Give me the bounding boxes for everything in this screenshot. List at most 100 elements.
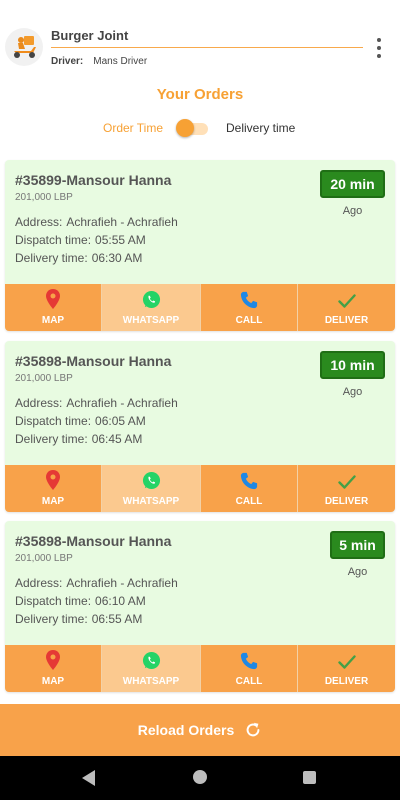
map-button[interactable]: MAP — [5, 645, 102, 692]
checkmark-icon — [337, 475, 356, 489]
order-delivery-time: Delivery time: 06:45 AM — [15, 432, 142, 446]
order-price: 201,000 LBP — [15, 192, 73, 203]
order-address: Address: Achrafieh - Achrafieh — [15, 396, 178, 410]
order-address: Address: Achrafieh - Achrafieh — [15, 215, 178, 229]
dispatch-value: 06:05 AM — [95, 414, 146, 428]
system-navigation-bar — [0, 756, 400, 800]
dispatch-label: Dispatch time: — [15, 414, 92, 428]
order-delivery-time: Delivery time: 06:30 AM — [15, 251, 142, 265]
more-vertical-icon[interactable] — [372, 38, 386, 58]
reload-orders-label: Reload Orders — [137, 722, 235, 738]
whatsapp-icon — [142, 651, 160, 670]
delivery-label: Delivery time: — [15, 432, 88, 446]
whatsapp-icon — [142, 290, 160, 309]
delivery-label: Delivery time: — [15, 612, 88, 626]
map-pin-icon — [46, 289, 60, 309]
address-label: Address: — [15, 215, 63, 229]
call-button[interactable]: CALL — [201, 284, 298, 331]
order-title: #35898-Mansour Hanna — [15, 353, 172, 369]
call-button-label: CALL — [235, 676, 263, 687]
call-button[interactable]: CALL — [201, 645, 298, 692]
order-title: #35898-Mansour Hanna — [15, 533, 172, 549]
map-button-label: MAP — [41, 315, 65, 326]
order-actions: MAP WHATSAPP CALL DELIVER — [5, 645, 395, 692]
address-value: Achrafieh - Achrafieh — [66, 576, 178, 590]
address-label: Address: — [15, 396, 63, 410]
elapsed-time-badge: 20 min — [320, 170, 385, 198]
phone-icon — [240, 652, 258, 670]
driver-name: Mans Driver — [93, 56, 148, 67]
page-title: Your Orders — [156, 86, 244, 103]
delivery-value: 06:45 AM — [91, 432, 143, 446]
elapsed-ago-label: Ago — [342, 386, 363, 398]
order-dispatch-time: Dispatch time: 05:55 AM — [15, 233, 146, 247]
map-pin-icon — [46, 470, 60, 490]
order-card: #35898-Mansour Hanna 201,000 LBP Address… — [5, 341, 395, 512]
deliver-button[interactable]: DELIVER — [298, 465, 395, 512]
order-dispatch-time: Dispatch time: 06:05 AM — [15, 414, 146, 428]
elapsed-time-badge: 10 min — [320, 351, 385, 379]
driver-label: Driver: — [51, 56, 84, 67]
whatsapp-button[interactable]: WHATSAPP — [102, 465, 201, 512]
back-icon[interactable] — [82, 770, 96, 786]
deliver-button-label: DELIVER — [324, 496, 369, 507]
deliver-button-label: DELIVER — [324, 315, 369, 326]
map-button-label: MAP — [41, 676, 65, 687]
checkmark-icon — [337, 655, 356, 669]
whatsapp-button-label: WHATSAPP — [122, 496, 180, 507]
sort-toggle-switch[interactable] — [176, 119, 208, 137]
order-actions: MAP WHATSAPP CALL DELIVER — [5, 284, 395, 331]
elapsed-ago-label: Ago — [342, 205, 363, 217]
scooter-delivery-icon — [5, 28, 43, 66]
dispatch-value: 06:10 AM — [95, 594, 146, 608]
checkmark-icon — [337, 294, 356, 308]
deliver-button[interactable]: DELIVER — [298, 645, 395, 692]
whatsapp-button[interactable]: WHATSAPP — [102, 284, 201, 331]
whatsapp-button-label: WHATSAPP — [122, 315, 180, 326]
map-button-label: MAP — [41, 496, 65, 507]
map-button[interactable]: MAP — [5, 284, 102, 331]
whatsapp-button-label: WHATSAPP — [122, 676, 180, 687]
whatsapp-button[interactable]: WHATSAPP — [102, 645, 201, 692]
header-divider — [51, 47, 363, 48]
dispatch-value: 05:55 AM — [95, 233, 146, 247]
toggle-label-order-time[interactable]: Order Time — [103, 121, 163, 135]
sort-toggle-row: Order Time Delivery time — [0, 118, 400, 138]
order-title: #35899-Mansour Hanna — [15, 172, 172, 188]
dispatch-label: Dispatch time: — [15, 233, 92, 247]
order-actions: MAP WHATSAPP CALL DELIVER — [5, 465, 395, 512]
map-pin-icon — [46, 650, 60, 670]
order-address: Address: Achrafieh - Achrafieh — [15, 576, 178, 590]
refresh-icon — [246, 722, 260, 737]
order-card: #35898-Mansour Hanna 201,000 LBP Address… — [5, 521, 395, 692]
whatsapp-icon — [142, 471, 160, 490]
order-dispatch-time: Dispatch time: 06:10 AM — [15, 594, 146, 608]
order-price: 201,000 LBP — [15, 553, 73, 564]
dispatch-label: Dispatch time: — [15, 594, 92, 608]
delivery-label: Delivery time: — [15, 251, 88, 265]
order-card: #35899-Mansour Hanna 201,000 LBP Address… — [5, 160, 395, 331]
toggle-knob — [176, 119, 194, 137]
delivery-value: 06:55 AM — [91, 612, 143, 626]
call-button-label: CALL — [235, 315, 263, 326]
phone-icon — [240, 291, 258, 309]
phone-icon — [240, 472, 258, 490]
address-label: Address: — [15, 576, 63, 590]
address-value: Achrafieh - Achrafieh — [66, 215, 178, 229]
recent-apps-icon[interactable] — [303, 771, 316, 784]
store-name: Burger Joint — [51, 28, 129, 43]
elapsed-time-badge: 5 min — [330, 531, 385, 559]
map-button[interactable]: MAP — [5, 465, 102, 512]
elapsed-ago-label: Ago — [347, 566, 368, 578]
order-delivery-time: Delivery time: 06:55 AM — [15, 612, 142, 626]
deliver-button-label: DELIVER — [324, 676, 369, 687]
call-button-label: CALL — [235, 496, 263, 507]
home-icon[interactable] — [193, 770, 207, 784]
address-value: Achrafieh - Achrafieh — [66, 396, 178, 410]
reload-orders-button[interactable]: Reload Orders — [0, 704, 400, 756]
call-button[interactable]: CALL — [201, 465, 298, 512]
order-price: 201,000 LBP — [15, 373, 73, 384]
app-header: Burger Joint Driver: Mans Driver — [0, 0, 400, 78]
toggle-label-delivery-time[interactable]: Delivery time — [226, 121, 295, 135]
deliver-button[interactable]: DELIVER — [298, 284, 395, 331]
